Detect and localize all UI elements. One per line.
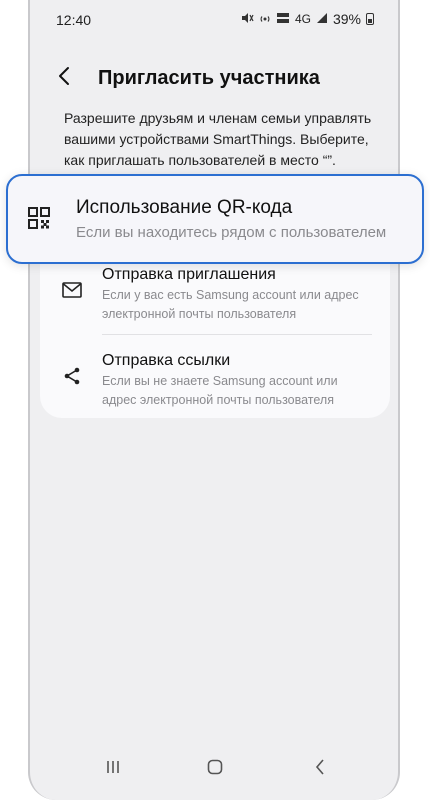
recents-icon xyxy=(105,759,121,780)
page-header: Пригласить участника xyxy=(58,66,320,90)
volte-icon xyxy=(276,12,290,27)
recents-button[interactable] xyxy=(98,758,128,780)
share-icon xyxy=(62,366,82,391)
option-qr-code-highlighted[interactable]: Использование QR-кода Если вы находитесь… xyxy=(6,174,424,264)
option-description: Если вы не знаете Samsung account или ад… xyxy=(102,374,338,407)
back-icon xyxy=(315,758,325,780)
mute-vibrate-icon xyxy=(241,12,254,27)
hotspot-icon xyxy=(259,12,271,27)
option-title: Использование QR-кода xyxy=(76,197,293,218)
battery-level: 39% xyxy=(332,11,361,27)
page-description: Разрешите друзьям и членам семьи управля… xyxy=(64,110,372,168)
invite-options-card: Отправка приглашения Если у вас есть Sam… xyxy=(40,240,390,418)
home-icon xyxy=(207,759,223,780)
mail-icon xyxy=(62,282,82,303)
option-description: Если вы находитесь рядом с пользователем xyxy=(76,224,387,241)
back-button[interactable] xyxy=(58,66,80,90)
page-title: Пригласить участника xyxy=(98,66,320,89)
status-bar: 12:40 4G 39% xyxy=(30,0,398,40)
chevron-left-icon xyxy=(58,66,70,91)
divider xyxy=(102,334,372,335)
battery-icon xyxy=(366,13,374,25)
home-button[interactable] xyxy=(200,758,230,780)
option-send-invitation[interactable]: Отправка приглашения Если у вас есть Sam… xyxy=(40,258,390,328)
navigation-bar xyxy=(0,740,430,800)
status-time: 12:40 xyxy=(56,12,92,28)
signal-icon xyxy=(316,12,328,27)
qr-code-icon xyxy=(28,207,50,234)
option-title: Отправка ссылки xyxy=(102,352,231,369)
option-title: Отправка приглашения xyxy=(102,266,276,283)
option-send-link[interactable]: Отправка ссылки Если вы не знаете Samsun… xyxy=(40,344,390,414)
option-description: Если у вас есть Samsung account или адре… xyxy=(102,288,359,321)
status-icons: 4G 39% xyxy=(241,11,374,27)
nav-back-button[interactable] xyxy=(305,758,335,780)
network-type-label: 4G xyxy=(294,12,311,26)
